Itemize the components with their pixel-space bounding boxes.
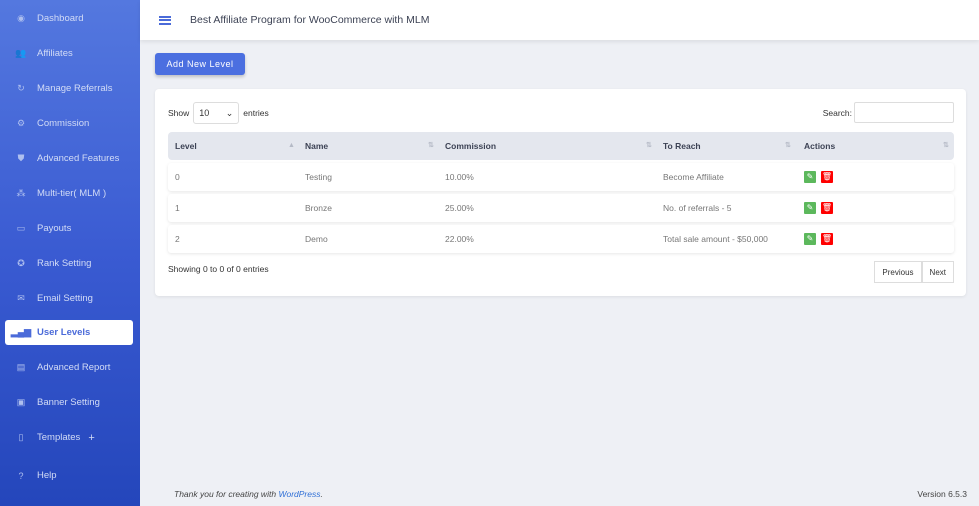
sort-icon[interactable]: ⇅ [943,132,949,160]
referral-icon: ↻ [17,83,25,93]
hamburger-menu-icon[interactable] [159,15,171,25]
chevron-down-icon: ⌄ [225,107,234,118]
shield-plus-icon: ⛊ [17,153,25,163]
cell-commission: 22.00% [445,234,474,244]
sidebar-item-commission[interactable]: ⚙ Commission [5,111,133,136]
expand-icon[interactable]: + [88,432,94,444]
sidebar-item-label: Rank Setting [37,258,92,269]
sidebar-item-rank-setting[interactable]: ✪ Rank Setting [5,251,133,276]
entries-value: 10 [199,108,210,118]
sidebar-item-label: User Levels [37,327,91,338]
sidebar-item-manage-referrals[interactable]: ↻ Manage Referrals [5,76,133,101]
network-icon: ⁂ [16,188,26,198]
page-title: Best Affiliate Program for WooCommerce w… [190,14,430,26]
sort-icon[interactable]: ⇅ [646,132,652,160]
sidebar-item-multi-tier-mlm[interactable]: ⁂ Multi-tier( MLM ) [5,181,133,206]
cell-commission: 10.00% [445,172,474,182]
sidebar: ◉ Dashboard 👥 Affiliates ↻ Manage Referrals ⚙ C… [0,0,140,506]
cell-to-reach: Become Affiliate [663,172,724,182]
edit-icon[interactable]: ✎ [804,202,816,214]
sidebar-item-payouts[interactable]: ▭ Payouts [5,216,133,241]
sidebar-item-help[interactable]: ? Help [5,463,133,488]
sidebar-item-banner-setting[interactable]: ▣ Banner Setting [5,390,133,415]
search: Search: [823,102,954,123]
sidebar-item-label: Banner Setting [37,397,100,408]
entries-label: entries [243,108,269,118]
column-header-to-reach[interactable]: To Reach [663,132,701,160]
sidebar-item-advanced-report[interactable]: ▤ Advanced Report [5,355,133,380]
sidebar-item-advanced-features[interactable]: ⛊ Advanced Features [5,146,133,171]
entries-select[interactable]: 10 ⌄ [193,102,240,124]
sidebar-item-label: Multi-tier( MLM ) [37,188,107,199]
cell-name: Bronze [305,203,332,213]
sidebar-item-templates[interactable]: ▯ Templates + [5,425,133,450]
add-new-level-button[interactable]: Add New Level [155,53,245,75]
sort-icon[interactable]: ▲ [288,132,295,160]
star-icon: ✪ [17,258,25,268]
sidebar-item-dashboard[interactable]: ◉ Dashboard [5,6,133,31]
table-info: Showing 0 to 0 of 0 entries [168,264,269,274]
table-row: 1 Bronze 25.00% No. of referrals - 5 ✎ 🗑 [168,194,954,222]
version: Version 6.5.3 [917,489,967,499]
previous-button[interactable]: Previous [874,261,922,283]
top-bar: Best Affiliate Program for WooCommerce w… [140,0,979,40]
entries-length: Show 10 ⌄ entries [168,102,269,124]
image-icon: ▣ [16,397,26,407]
cell-name: Demo [305,234,328,244]
sidebar-item-label: Dashboard [37,13,84,24]
footer-text: Thank you for creating with WordPress. [174,489,323,499]
sidebar-item-label: Templates [37,432,81,443]
sidebar-item-label: Affiliates [37,48,73,59]
eye-icon: ◉ [17,13,25,23]
trash-icon[interactable]: 🗑 [821,233,833,245]
cell-level: 0 [175,172,180,182]
sidebar-item-label: Advanced Features [37,153,120,164]
cell-to-reach: Total sale amount - $50,000 [663,234,768,244]
wordpress-link[interactable]: WordPress [278,489,320,499]
cell-name: Testing [305,172,332,182]
trash-icon[interactable]: 🗑 [821,171,833,183]
sidebar-item-affiliates[interactable]: 👥 Affiliates [5,41,133,66]
search-input[interactable] [854,102,954,123]
cell-commission: 25.00% [445,203,474,213]
sort-icon[interactable]: ⇅ [785,132,791,160]
template-icon: ▯ [18,432,24,442]
levels-card: Show 10 ⌄ entries Search: Level ▲ Name ⇅ Comm… [155,89,966,296]
table-header: Level ▲ Name ⇅ Commission ⇅ To Reach ⇅ Actions ⇅ [168,132,954,160]
table-row: 0 Testing 10.00% Become Affiliate ✎ 🗑 [168,163,954,191]
footer-period: . [320,489,323,499]
sidebar-item-user-levels[interactable]: ▂▄▆ User Levels [5,320,133,345]
gear-icon: ⚙ [16,118,26,128]
cell-to-reach: No. of referrals - 5 [663,203,732,213]
next-button[interactable]: Next [921,261,954,283]
money-icon: ▭ [16,223,26,233]
table-row: 2 Demo 22.00% Total sale amount - $50,000 ✎ 🗑 [168,225,954,253]
sort-icon[interactable]: ⇅ [428,132,434,160]
show-label: Show [168,108,190,118]
edit-icon[interactable]: ✎ [804,171,816,183]
search-label: Search: [822,107,852,118]
envelope-icon: ✉ [17,293,25,303]
trash-icon[interactable]: 🗑 [821,202,833,214]
question-icon: ? [18,470,24,481]
cell-level: 1 [175,203,180,213]
column-header-actions[interactable]: Actions [804,132,835,160]
sidebar-item-label: Commission [37,118,90,129]
pagination: Previous Next [874,261,954,283]
users-icon: 👥 [15,48,27,58]
sidebar-item-label: Email Setting [37,293,93,304]
edit-icon[interactable]: ✎ [804,233,816,245]
bar-chart-icon: ▂▄▆ [10,327,32,337]
sidebar-item-label: Help [37,470,57,481]
column-header-name[interactable]: Name [305,132,328,160]
footer-thanks: Thank you for creating with [174,489,277,499]
column-header-level[interactable]: Level [175,132,197,160]
report-icon: ▤ [16,362,26,372]
column-header-commission[interactable]: Commission [445,132,496,160]
sidebar-item-label: Advanced Report [37,362,111,373]
cell-level: 2 [175,234,180,244]
sidebar-item-label: Manage Referrals [37,83,113,94]
sidebar-item-email-setting[interactable]: ✉ Email Setting [5,286,133,311]
sidebar-item-label: Payouts [37,223,72,234]
